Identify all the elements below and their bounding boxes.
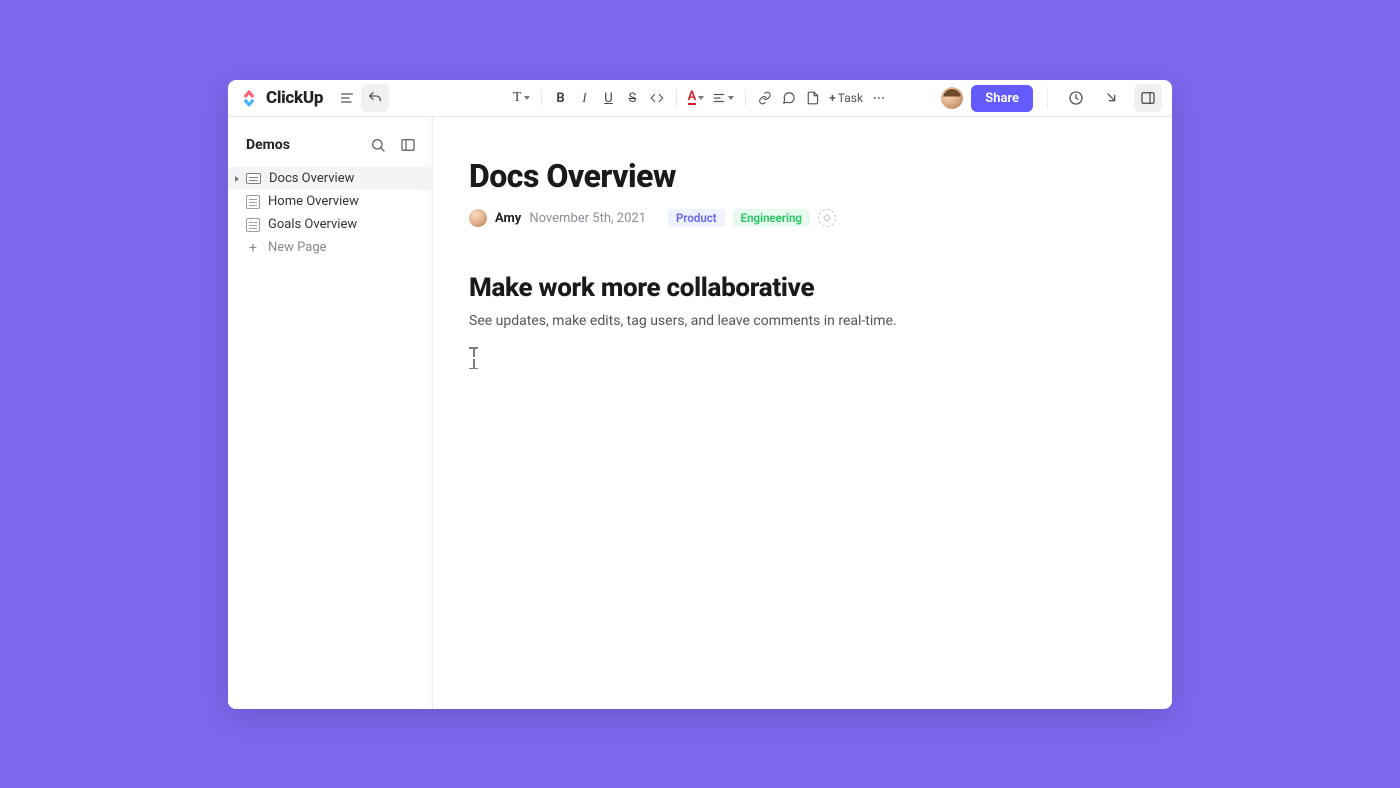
doc-title[interactable]: Docs Overview — [469, 157, 1132, 195]
align-button[interactable] — [709, 86, 737, 110]
bold-button[interactable]: B — [549, 86, 571, 110]
history-button[interactable] — [1062, 84, 1090, 112]
topbar: ClickUp T B I U S — [228, 80, 1172, 117]
sidebar-item-goals-overview[interactable]: Goals Overview — [228, 213, 432, 236]
link-button[interactable] — [754, 86, 776, 110]
undo-button[interactable] — [361, 84, 389, 112]
plus-icon: + — [246, 240, 260, 256]
chevron-down-icon — [728, 96, 734, 100]
clickup-logo-icon — [238, 87, 260, 109]
tag-product[interactable]: Product — [668, 209, 725, 227]
sidebar-item-label: Goals Overview — [268, 217, 357, 232]
comment-button[interactable] — [778, 86, 800, 110]
toolbar-divider — [745, 90, 746, 106]
text-color-button[interactable]: A — [684, 86, 707, 110]
tag-icon — [822, 213, 832, 223]
strikethrough-button[interactable]: S — [621, 86, 643, 110]
sidebar: Demos Docs Overview — [228, 117, 433, 709]
sidebar-title: Demos — [246, 137, 360, 153]
sidebar-item-home-overview[interactable]: Home Overview — [228, 190, 432, 213]
toolbar-divider — [540, 90, 541, 106]
sidebar-nav: Docs Overview Home Overview Goals Overvi… — [228, 167, 432, 259]
doc-page-icon — [246, 218, 260, 232]
panel-toggle-button[interactable] — [1134, 84, 1162, 112]
insert-task-button[interactable]: +Task — [826, 86, 866, 110]
underline-button[interactable]: U — [597, 86, 619, 110]
more-button[interactable] — [868, 86, 890, 110]
sidebar-item-label: New Page — [268, 240, 327, 255]
add-tag-button[interactable] — [818, 209, 836, 227]
doc-page-icon — [246, 195, 260, 209]
brand-name: ClickUp — [266, 88, 323, 108]
text-cursor-icon — [469, 347, 479, 369]
body: Demos Docs Overview — [228, 117, 1172, 709]
code-button[interactable] — [645, 86, 667, 110]
doc-date: November 5th, 2021 — [529, 211, 646, 226]
text-style-button[interactable]: T — [510, 86, 533, 110]
author-name: Amy — [495, 211, 521, 226]
sidebar-new-page[interactable]: + New Page — [228, 236, 432, 259]
sidebar-item-docs-overview[interactable]: Docs Overview — [228, 167, 432, 190]
tag-engineering[interactable]: Engineering — [733, 209, 810, 227]
sidebar-search-button[interactable] — [366, 133, 390, 157]
topbar-divider — [1047, 87, 1048, 109]
export-button[interactable] — [1098, 84, 1126, 112]
topbar-right: Share — [941, 84, 1162, 112]
sidebar-item-label: Home Overview — [268, 194, 359, 209]
document-content[interactable]: Docs Overview Amy November 5th, 2021 Pro… — [433, 117, 1172, 709]
doc-meta: Amy November 5th, 2021 Product Engineeri… — [469, 209, 1132, 227]
doc-paragraph[interactable]: See updates, make edits, tag users, and … — [469, 313, 1132, 329]
share-button[interactable]: Share — [971, 85, 1033, 112]
author-avatar[interactable] — [469, 209, 487, 227]
brand-logo[interactable]: ClickUp — [238, 87, 323, 109]
sidebar-columns-button[interactable] — [396, 133, 420, 157]
formatting-toolbar: T B I U S A — [510, 86, 890, 110]
app-window: ClickUp T B I U S — [228, 80, 1172, 709]
doc-heading[interactable]: Make work more collaborative — [469, 273, 1132, 303]
chevron-down-icon — [698, 96, 704, 100]
sidebar-header: Demos — [228, 127, 432, 167]
attachment-button[interactable] — [802, 86, 824, 110]
italic-button[interactable]: I — [573, 86, 595, 110]
doc-landscape-icon — [246, 173, 261, 184]
user-avatar[interactable] — [941, 87, 963, 109]
outline-toggle-button[interactable] — [333, 84, 361, 112]
toolbar-divider — [675, 90, 676, 106]
sidebar-item-label: Docs Overview — [269, 171, 354, 186]
chevron-down-icon — [523, 96, 529, 100]
